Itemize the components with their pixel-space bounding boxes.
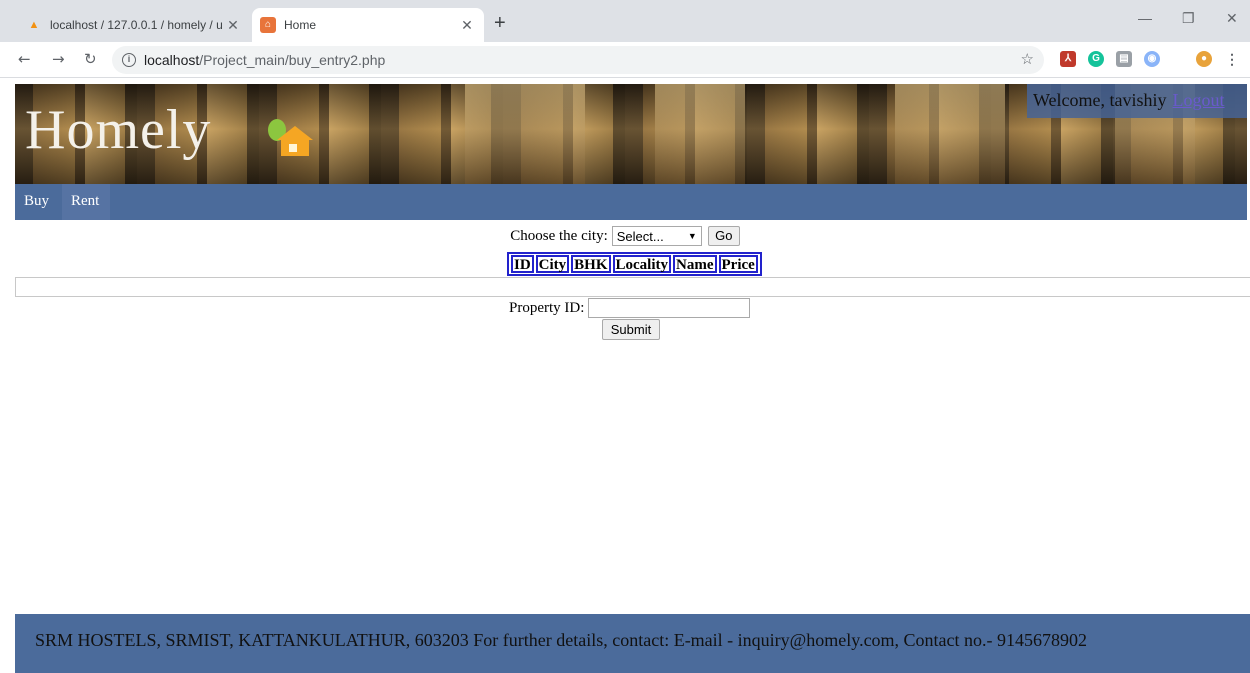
go-button[interactable]: Go: [707, 226, 740, 246]
banner-window: [465, 84, 585, 184]
property-id-label: Property ID:: [509, 299, 585, 316]
forward-icon[interactable]: →: [52, 50, 65, 68]
grammarly-extension-icon[interactable]: G: [1088, 51, 1104, 67]
tab-title: Home: [284, 18, 317, 32]
pdf-extension-icon[interactable]: ⅄: [1060, 51, 1076, 67]
city-chooser: Choose the city: Select... ▼ Go: [0, 224, 1250, 248]
property-id-input[interactable]: [588, 298, 751, 318]
dropdown-arrow-icon: ▼: [687, 231, 697, 241]
welcome-text: Welcome, tavishiy: [1033, 90, 1167, 110]
banner-window: [895, 84, 1005, 184]
new-tab-icon[interactable]: +: [494, 12, 506, 35]
table-header-id: ID: [511, 255, 534, 273]
nav-rent[interactable]: Rent: [62, 184, 110, 220]
welcome-box: Welcome, tavishiy Logout: [1027, 84, 1247, 118]
extension-icon[interactable]: ◉: [1144, 51, 1160, 67]
results-container: [15, 277, 1250, 297]
city-select[interactable]: Select... ▼: [611, 226, 702, 246]
table-header-bhk: BHK: [571, 255, 611, 273]
banner-window: [655, 84, 745, 184]
table-header-locality: Locality: [612, 255, 672, 273]
profile-avatar[interactable]: ●: [1196, 51, 1212, 67]
footer-text: SRM HOSTELS, SRMIST, KATTANKULATHUR, 603…: [35, 630, 1088, 650]
back-icon[interactable]: ←: [18, 50, 31, 68]
url-host: localhost: [144, 52, 200, 68]
results-table: ID City BHK Locality Name Price: [507, 252, 762, 276]
table-header-price: Price: [718, 255, 758, 273]
close-icon[interactable]: ✕: [222, 17, 244, 34]
table-header-name: Name: [673, 255, 717, 273]
restore-icon[interactable]: ❐: [1182, 10, 1195, 27]
main-nav: Buy Rent: [15, 184, 1247, 220]
footer: SRM HOSTELS, SRMIST, KATTANKULATHUR, 603…: [15, 614, 1250, 673]
home-favicon: ⌂: [260, 17, 276, 33]
phpmyadmin-icon: ▲: [28, 19, 40, 31]
nav-buy[interactable]: Buy: [15, 184, 62, 220]
table-header-city: City: [535, 255, 570, 273]
star-icon[interactable]: ☆: [1021, 50, 1034, 68]
extension-icon[interactable]: ▤: [1116, 51, 1132, 67]
minimize-icon[interactable]: —: [1138, 10, 1152, 26]
window-close-icon[interactable]: ✕: [1226, 10, 1238, 27]
close-icon[interactable]: ✕: [456, 17, 478, 34]
city-select-value: Select...: [616, 228, 664, 244]
address-bar[interactable]: i localhost/Project_main/buy_entry2.php …: [112, 46, 1044, 74]
house-logo-icon: [268, 119, 313, 156]
reload-icon[interactable]: ↻: [84, 50, 97, 68]
menu-icon[interactable]: ⋮: [1224, 51, 1240, 67]
property-id-row: Property ID:: [509, 298, 751, 318]
city-label: Choose the city:: [510, 227, 608, 244]
logout-link[interactable]: Logout: [1173, 90, 1225, 110]
site-logo[interactable]: Homely: [25, 98, 211, 162]
submit-button[interactable]: Submit: [602, 319, 660, 340]
url-path: /Project_main/buy_entry2.php: [199, 52, 386, 68]
tab-title: localhost / 127.0.0.1 / homely / u: [50, 18, 222, 32]
browser-tab-bar: ▲ localhost / 127.0.0.1 / homely / u ✕ ⌂…: [0, 0, 1250, 42]
info-icon[interactable]: i: [122, 53, 136, 67]
browser-tab-phpmyadmin[interactable]: ▲ localhost / 127.0.0.1 / homely / u ✕: [18, 8, 250, 42]
browser-tab-home[interactable]: ⌂ Home ✕: [252, 8, 484, 42]
